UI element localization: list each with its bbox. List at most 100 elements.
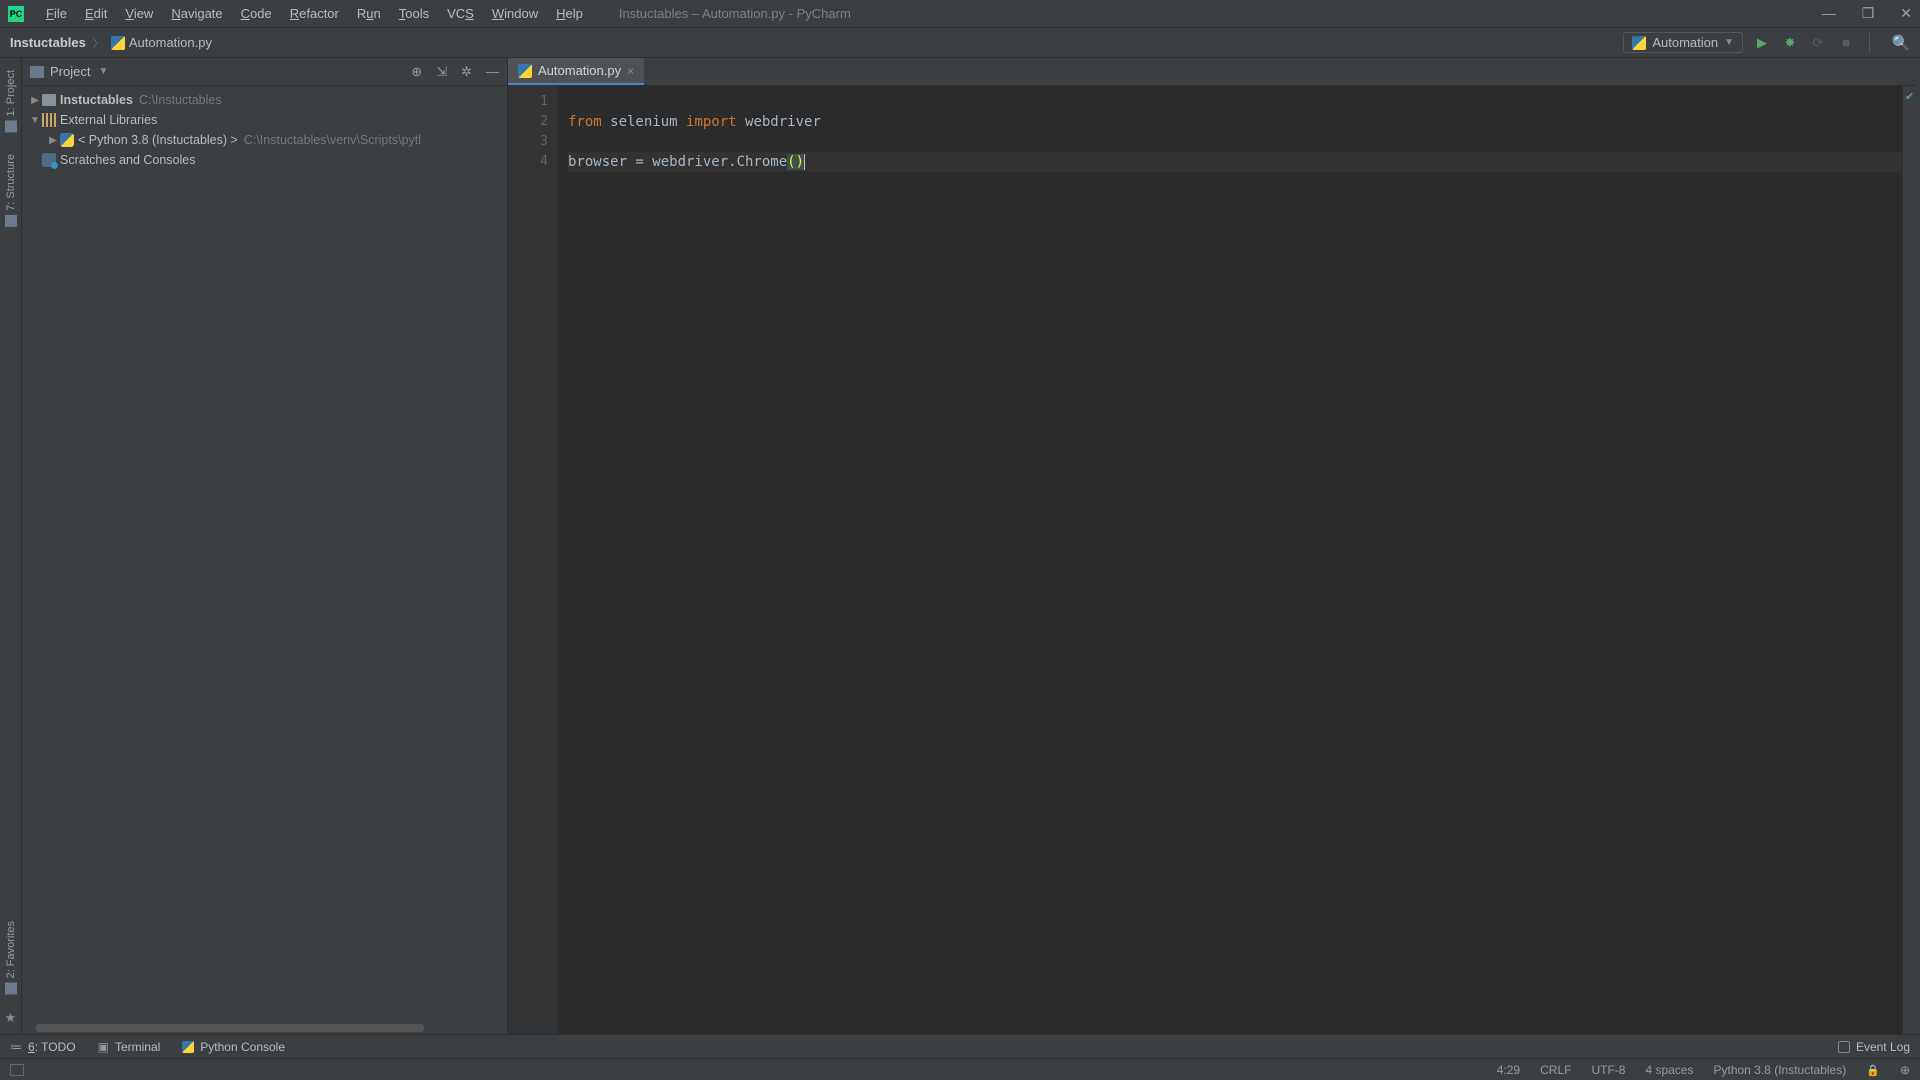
- tab-label: Automation.py: [538, 63, 621, 78]
- editor-body: 1 2 3 4 from selenium import webdriver b…: [508, 86, 1916, 1034]
- tool-event-log[interactable]: Event Log: [1838, 1040, 1910, 1054]
- tree-scratches-label: Scratches and Consoles: [60, 153, 196, 167]
- run-config-label: Automation: [1652, 35, 1718, 50]
- search-everywhere-button[interactable]: 🔍: [1892, 34, 1910, 52]
- readonly-lock-icon[interactable]: [1866, 1063, 1880, 1077]
- run-with-coverage-button[interactable]: ⟳: [1809, 34, 1827, 52]
- breadcrumb-separator: 〉: [92, 33, 105, 52]
- expand-arrow-icon[interactable]: ▶: [28, 95, 42, 106]
- project-view-selector[interactable]: Project ▼: [30, 64, 108, 79]
- main-menu: File Edit View Navigate Code Refactor Ru…: [38, 3, 591, 24]
- tool-structure[interactable]: 7: Structure: [5, 148, 17, 233]
- breadcrumb-file-label: Automation.py: [129, 35, 212, 50]
- python-file-icon: [111, 36, 125, 50]
- toolwindow-quick-access-icon[interactable]: [10, 1064, 24, 1076]
- window-controls: ― ❐ ✕: [1822, 5, 1912, 22]
- debug-button[interactable]: ✸: [1781, 34, 1799, 52]
- tool-project[interactable]: 1: Project: [5, 64, 17, 138]
- navigation-bar: Instuctables 〉 Automation.py Automation …: [0, 28, 1920, 58]
- menu-run[interactable]: Run: [349, 3, 389, 24]
- status-indent[interactable]: 4 spaces: [1645, 1063, 1693, 1077]
- settings-gear-icon[interactable]: ✲: [461, 64, 472, 80]
- minimize-button[interactable]: ―: [1822, 5, 1836, 22]
- python-icon: [60, 133, 74, 147]
- tree-scratches[interactable]: Scratches and Consoles: [22, 150, 507, 170]
- run-config-selector[interactable]: Automation ▼: [1623, 32, 1743, 53]
- menu-tools[interactable]: Tools: [391, 3, 437, 24]
- menu-edit[interactable]: Edit: [77, 3, 115, 24]
- folder-icon: [42, 94, 56, 106]
- menu-refactor[interactable]: Refactor: [282, 3, 347, 24]
- status-bar: 4:29 CRLF UTF-8 4 spaces Python 3.8 (Ins…: [0, 1058, 1920, 1080]
- menu-window[interactable]: Window: [484, 3, 546, 24]
- status-line-separator[interactable]: CRLF: [1540, 1063, 1571, 1077]
- line-number: 3: [508, 132, 548, 152]
- menu-view[interactable]: View: [117, 3, 161, 24]
- code-editor[interactable]: from selenium import webdriver browser =…: [558, 86, 1902, 1034]
- tool-favorites[interactable]: 2: Favorites: [5, 915, 17, 1000]
- scratches-icon: [42, 153, 56, 167]
- pycharm-app-icon: PC: [8, 6, 24, 22]
- breadcrumb: Instuctables 〉 Automation.py: [10, 33, 212, 52]
- code-line-current: browser = webdriver.Chrome(): [568, 152, 1902, 172]
- project-icon: [30, 66, 44, 78]
- python-file-icon: [518, 64, 532, 78]
- breadcrumb-file[interactable]: Automation.py: [111, 35, 212, 50]
- tree-python-env-path: C:\Instuctables\venv\Scripts\pytl: [244, 133, 421, 147]
- hide-panel-icon[interactable]: —: [486, 64, 499, 80]
- stop-button[interactable]: ■: [1837, 34, 1855, 52]
- ide-status-icon[interactable]: [1900, 1063, 1910, 1077]
- tool-project-label: 1: Project: [5, 70, 17, 116]
- separator: [1869, 33, 1870, 53]
- menu-help[interactable]: Help: [548, 3, 591, 24]
- todo-icon: [10, 1040, 22, 1054]
- library-icon: [42, 113, 56, 127]
- code-line: [568, 92, 1902, 112]
- bottom-tool-bar: 6: TODO Terminal Python Console Event Lo…: [0, 1034, 1920, 1058]
- status-caret-position[interactable]: 4:29: [1497, 1063, 1520, 1077]
- menu-file[interactable]: File: [38, 3, 75, 24]
- scrollbar-thumb[interactable]: [36, 1024, 424, 1032]
- run-button[interactable]: ▶: [1753, 34, 1771, 52]
- favorites-star-icon: ★: [5, 1010, 17, 1026]
- code-line: from selenium import webdriver: [568, 112, 1902, 132]
- favorites-tool-icon: [5, 982, 17, 994]
- maximize-button[interactable]: ❐: [1862, 5, 1875, 22]
- locate-icon[interactable]: ⊕: [411, 64, 422, 80]
- tool-terminal[interactable]: Terminal: [98, 1040, 161, 1054]
- event-log-icon: [1838, 1041, 1850, 1053]
- expand-all-icon[interactable]: ⇲: [436, 64, 447, 80]
- code-line: [568, 132, 1902, 152]
- project-tree[interactable]: ▶ Instuctables C:\Instuctables ▼ Externa…: [22, 86, 507, 1034]
- collapse-arrow-icon[interactable]: ▼: [28, 115, 42, 126]
- line-number: 1: [508, 92, 548, 112]
- status-encoding[interactable]: UTF-8: [1591, 1063, 1625, 1077]
- tree-python-env[interactable]: ▶ < Python 3.8 (Instuctables) > C:\Instu…: [22, 130, 507, 150]
- tree-external-libraries[interactable]: ▼ External Libraries: [22, 110, 507, 130]
- tab-automation-py[interactable]: Automation.py ×: [508, 58, 644, 85]
- expand-arrow-icon[interactable]: ▶: [46, 135, 60, 146]
- line-number-gutter[interactable]: 1 2 3 4: [508, 86, 558, 1034]
- status-interpreter[interactable]: Python 3.8 (Instuctables): [1713, 1063, 1846, 1077]
- close-button[interactable]: ✕: [1900, 5, 1912, 22]
- menu-code[interactable]: Code: [233, 3, 280, 24]
- tool-python-console[interactable]: Python Console: [182, 1040, 285, 1054]
- close-tab-icon[interactable]: ×: [627, 64, 634, 78]
- tree-root[interactable]: ▶ Instuctables C:\Instuctables: [22, 90, 507, 110]
- tool-terminal-label: Terminal: [115, 1040, 160, 1054]
- chevron-down-icon: ▼: [1724, 37, 1734, 48]
- breadcrumb-project[interactable]: Instuctables: [10, 35, 86, 50]
- python-icon: [1632, 36, 1646, 50]
- line-number: 4: [508, 152, 548, 172]
- menu-vcs[interactable]: VCS: [439, 3, 482, 24]
- window-title: Instuctables – Automation.py - PyCharm: [619, 6, 851, 21]
- run-toolbar: Automation ▼ ▶ ✸ ⟳ ■ 🔍: [1623, 32, 1910, 53]
- line-number: 2: [508, 112, 548, 132]
- tree-horizontal-scrollbar[interactable]: [36, 1024, 493, 1032]
- left-tool-strip: 1: Project 7: Structure 2: Favorites ★: [0, 58, 22, 1034]
- editor-marker-strip[interactable]: ✔: [1902, 86, 1916, 1034]
- menu-navigate[interactable]: Navigate: [163, 3, 230, 24]
- tree-root-name: Instuctables: [60, 93, 133, 107]
- tool-structure-label: 7: Structure: [5, 154, 17, 211]
- tool-todo[interactable]: 6: TODO: [10, 1040, 76, 1054]
